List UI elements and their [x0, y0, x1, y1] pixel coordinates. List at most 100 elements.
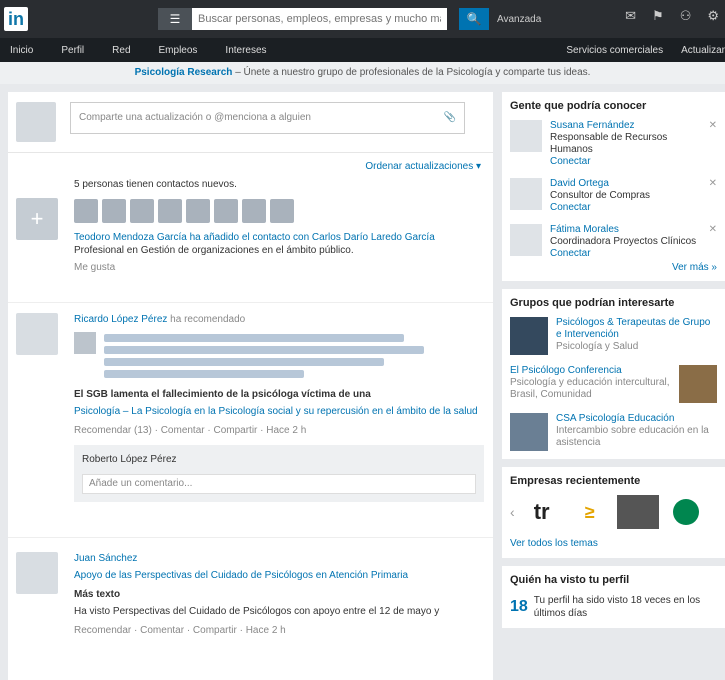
- pymk-item: Fátima Morales Coordinadora Proyectos Cl…: [510, 224, 717, 260]
- author-verb: ha recomendado: [170, 314, 246, 325]
- add-connections-icon[interactable]: ⚇: [680, 8, 692, 24]
- pymk-name[interactable]: Susana Fernández: [550, 120, 635, 131]
- promo-banner[interactable]: Psicología Research – Únete a nuestro gr…: [0, 62, 725, 84]
- feed-item: Juan Sánchez Apoyo de las Perspectivas d…: [8, 537, 493, 667]
- groups-panel: Grupos que podrían interesarte Psicólogo…: [502, 289, 725, 459]
- paperclip-icon[interactable]: 📎: [444, 103, 456, 133]
- pymk-name[interactable]: David Ortega: [550, 178, 609, 189]
- post-sub: Más texto: [74, 589, 121, 600]
- close-icon[interactable]: ✕: [709, 224, 717, 260]
- company-logo[interactable]: tr: [521, 495, 563, 529]
- notifications-icon[interactable]: ⚑: [652, 8, 664, 24]
- pymk-panel: Gente que podría conocer Susana Fernánde…: [502, 92, 725, 281]
- views-row[interactable]: 18 Tu perfil ha sido visto 18 veces en l…: [510, 594, 717, 620]
- list-icon[interactable]: ☰: [158, 8, 192, 30]
- share-placeholder: Comparte una actualización o @menciona a…: [79, 112, 311, 123]
- avatar[interactable]: [242, 199, 266, 223]
- see-more-text[interactable]: Ver más »: [672, 262, 717, 273]
- nav-perfil[interactable]: Perfil: [61, 45, 84, 56]
- like-link[interactable]: Me gusta: [74, 261, 484, 274]
- avatar[interactable]: [510, 120, 542, 152]
- chevron-left-icon[interactable]: ‹: [510, 504, 515, 520]
- nav-business-services[interactable]: Servicios comerciales: [566, 45, 663, 56]
- group-text: Psicólogos & Terapeutas de Grupo e Inter…: [556, 317, 717, 353]
- comment-input[interactable]: Añade un comentario...: [82, 474, 476, 494]
- close-icon[interactable]: ✕: [709, 178, 717, 214]
- nav-red[interactable]: Red: [112, 45, 130, 56]
- avatar[interactable]: [510, 178, 542, 210]
- avatar[interactable]: [158, 199, 182, 223]
- group-title[interactable]: El Psicólogo Conferencia: [510, 365, 622, 376]
- nav-empleos[interactable]: Empleos: [159, 45, 198, 56]
- avatar[interactable]: [74, 332, 96, 354]
- comment-box: Roberto López Pérez Añade un comentario.…: [74, 445, 484, 502]
- companies-carousel: ‹ tr ≥: [510, 495, 717, 529]
- group-title[interactable]: CSA Psicología Educación: [556, 413, 674, 424]
- connect-button[interactable]: Conectar: [550, 202, 591, 213]
- see-more-link[interactable]: Ver más »: [510, 262, 717, 273]
- feed-sort[interactable]: Ordenar actualizaciones ▾: [8, 153, 493, 172]
- author-name[interactable]: Juan Sánchez: [74, 553, 137, 564]
- post-headline[interactable]: El SGB lamenta el fallecimiento de la ps…: [74, 388, 484, 401]
- search-area: ☰ 🔍 Avanzada: [158, 8, 541, 30]
- avatar[interactable]: [130, 199, 154, 223]
- advanced-search-link[interactable]: Avanzada: [497, 14, 541, 25]
- nav-intereses[interactable]: Intereses: [225, 45, 266, 56]
- connection-activity[interactable]: Teodoro Mendoza García ha añadido el con…: [74, 231, 484, 244]
- linkedin-logo[interactable]: in: [4, 7, 28, 31]
- group-desc: Psicología y educación intercultural, Br…: [510, 377, 670, 400]
- group-logo[interactable]: [510, 413, 548, 451]
- post-actions[interactable]: Recomendar (13) · Comentar · Compartir ·…: [74, 424, 484, 437]
- connect-button[interactable]: Conectar: [550, 156, 591, 167]
- companies-sub[interactable]: Ver todos los temas: [510, 537, 717, 550]
- avatar[interactable]: [16, 552, 58, 594]
- group-text: CSA Psicología Educación Intercambio sob…: [556, 413, 717, 449]
- group-title[interactable]: Psicólogos & Terapeutas de Grupo e Inter…: [556, 317, 710, 340]
- feed-item: Ricardo López Pérez ha recomendado El SG…: [8, 302, 493, 537]
- post-detail[interactable]: Psicología – La Psicología en la Psicolo…: [74, 405, 484, 418]
- avatar[interactable]: [186, 199, 210, 223]
- company-logo[interactable]: [665, 495, 707, 529]
- avatar[interactable]: [74, 199, 98, 223]
- share-input[interactable]: Comparte una actualización o @menciona a…: [70, 102, 465, 134]
- messages-icon[interactable]: ✉: [625, 8, 636, 24]
- banner-group-name[interactable]: Psicología Research: [135, 67, 233, 78]
- close-icon[interactable]: ✕: [709, 120, 717, 168]
- feed-author-line: Juan Sánchez: [74, 552, 484, 565]
- feed-column: Comparte una actualización o @menciona a…: [8, 92, 493, 680]
- connection-headline: Profesional en Gestión de organizaciones…: [74, 245, 354, 256]
- post-title[interactable]: Apoyo de las Perspectivas del Cuidado de…: [74, 569, 484, 582]
- company-logo[interactable]: ≥: [569, 495, 611, 529]
- pymk-name[interactable]: Fátima Morales: [550, 224, 619, 235]
- pymk-item: Susana Fernández Responsable de Recursos…: [510, 120, 717, 168]
- group-logo[interactable]: [679, 365, 717, 403]
- search-button[interactable]: 🔍: [459, 8, 489, 30]
- settings-icon[interactable]: ⚙: [707, 8, 719, 24]
- post-body: Ha visto Perspectivas del Cuidado de Psi…: [74, 606, 440, 617]
- group-item: CSA Psicología Educación Intercambio sob…: [510, 413, 717, 451]
- pymk-desc: Consultor de Compras: [550, 190, 651, 201]
- search-input[interactable]: [192, 8, 447, 30]
- group-logo[interactable]: [510, 317, 548, 355]
- pymk-desc: Coordinadora Proyectos Clínicos: [550, 236, 697, 247]
- avatar[interactable]: [16, 102, 56, 142]
- commenter-name[interactable]: Roberto López Pérez: [82, 453, 476, 466]
- post-actions[interactable]: Recomendar · Comentar · Compartir · Hace…: [74, 624, 484, 637]
- avatar[interactable]: [102, 199, 126, 223]
- nav-right: Servicios comerciales Actualizar: [548, 45, 725, 56]
- nav-upgrade[interactable]: Actualizar: [681, 45, 725, 56]
- shared-post: [74, 332, 484, 380]
- pymk-text: David Ortega Consultor de Compras Conect…: [550, 178, 709, 214]
- views-text: Tu perfil ha sido visto 18 veces en los …: [533, 595, 701, 619]
- feed-author-line: Ricardo López Pérez ha recomendado: [74, 313, 484, 326]
- banner-text: – Únete a nuestro grupo de profesionales…: [235, 67, 591, 78]
- avatar[interactable]: [270, 199, 294, 223]
- feed-sort-link[interactable]: Ordenar actualizaciones ▾: [365, 161, 481, 172]
- avatar[interactable]: [510, 224, 542, 256]
- avatar[interactable]: [214, 199, 238, 223]
- company-logo[interactable]: [616, 495, 659, 529]
- connect-button[interactable]: Conectar: [550, 248, 591, 259]
- avatar[interactable]: [16, 313, 58, 355]
- nav-inicio[interactable]: Inicio: [10, 45, 33, 56]
- author-name[interactable]: Ricardo López Pérez: [74, 314, 167, 325]
